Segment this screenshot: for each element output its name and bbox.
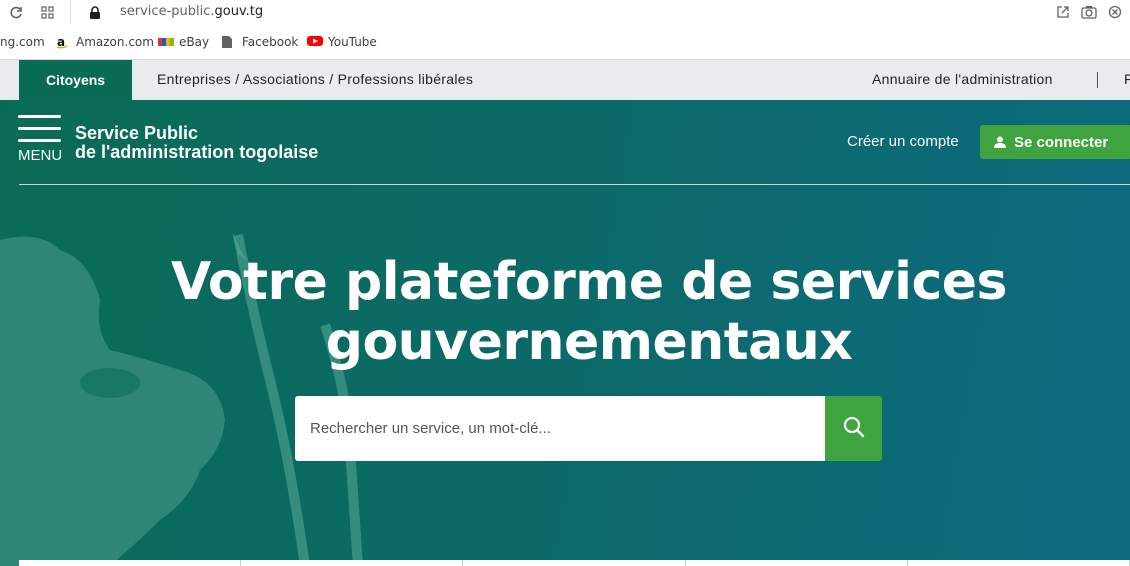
reload-icon[interactable]	[6, 3, 26, 23]
bookmark-label: ng.com	[0, 35, 45, 49]
bookmark-label: eBay	[179, 35, 210, 49]
hero-title-line-1: Votre plateforme de services	[170, 252, 1008, 312]
youtube-icon	[307, 35, 323, 49]
browser-address-bar: service-public.gouv.tg	[0, 0, 1130, 26]
bookmark-label: Facebook	[242, 35, 299, 49]
user-icon	[994, 135, 1006, 152]
hero-title-line-2: gouvernementaux	[325, 312, 853, 372]
site-logo[interactable]: Service Public de l'administration togol…	[75, 124, 318, 162]
lock-icon[interactable]	[85, 3, 105, 23]
share-icon[interactable]	[1054, 3, 1072, 21]
extension-close-icon[interactable]	[1106, 3, 1124, 21]
login-button[interactable]: Se connecter	[980, 125, 1130, 159]
ebay-icon	[158, 35, 174, 49]
category-card[interactable]	[241, 560, 464, 566]
header-divider	[19, 184, 1130, 185]
tab-entreprises[interactable]: Entreprises / Associations / Professions…	[157, 71, 473, 87]
category-card[interactable]	[463, 560, 686, 566]
toolbar-separator	[70, 0, 71, 24]
bookmark-amazon[interactable]: a Amazon.com	[55, 35, 154, 49]
category-card[interactable]	[686, 560, 908, 566]
url-prefix: service-public.	[120, 4, 215, 19]
search-icon	[842, 415, 866, 442]
nav-truncated-link[interactable]: F	[1124, 71, 1130, 87]
category-strip	[19, 560, 1130, 566]
login-label: Se connecter	[1014, 133, 1109, 151]
brand-line-2: de l'administration togolaise	[75, 142, 319, 162]
hamburger-bar	[18, 127, 61, 130]
url-domain: gouv.tg	[214, 4, 264, 19]
bookmark-label: YouTube	[328, 35, 377, 49]
category-card[interactable]	[19, 560, 242, 566]
hero-section: MENU Service Public de l'administration …	[0, 100, 1130, 566]
search-bar	[295, 396, 882, 461]
search-input[interactable]	[295, 396, 825, 461]
category-card[interactable]	[908, 560, 1130, 566]
amazon-icon: a	[55, 35, 69, 49]
annuaire-link[interactable]: Annuaire de l'administration	[872, 71, 1053, 87]
page-icon	[221, 35, 235, 49]
bookmark-facebook[interactable]: Facebook	[221, 35, 298, 49]
bookmarks-bar: ng.com a Amazon.com eBay Facebook YouTub…	[0, 30, 1130, 56]
site-top-nav: Citoyens Entreprises / Associations / Pr…	[0, 60, 1130, 100]
hamburger-bar	[18, 139, 61, 142]
menu-label: MENU	[18, 147, 63, 164]
brand-line-1: Service Public	[75, 123, 199, 143]
apps-grid-icon[interactable]	[38, 3, 58, 23]
search-button[interactable]	[825, 396, 882, 461]
nav-separator	[1097, 72, 1098, 88]
menu-button[interactable]: MENU	[18, 115, 64, 165]
camera-icon[interactable]	[1080, 3, 1098, 21]
url-field[interactable]: service-public.gouv.tg	[120, 4, 263, 19]
bookmark-label: Amazon.com	[76, 35, 154, 49]
hamburger-bar	[18, 115, 61, 118]
create-account-link[interactable]: Créer un compte	[847, 133, 959, 150]
hero-title: Votre plateforme de services gouvernemen…	[0, 252, 1130, 372]
bookmark-youtube[interactable]: YouTube	[307, 35, 377, 49]
tab-citoyens[interactable]: Citoyens	[19, 60, 132, 100]
bookmark-ebay[interactable]: eBay	[158, 35, 209, 49]
bookmark-booking[interactable]: ng.com	[0, 35, 45, 49]
